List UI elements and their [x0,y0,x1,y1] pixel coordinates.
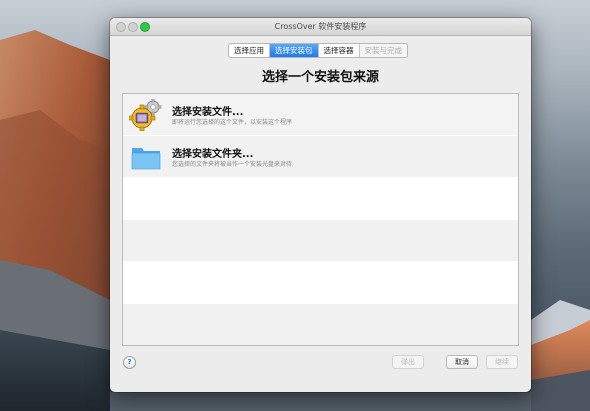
empty-row [123,262,518,304]
empty-row [123,304,518,345]
step-select-bottle[interactable]: 选择容器 [319,44,360,57]
page-title: 选择一个安装包来源 [261,70,379,85]
help-button[interactable]: ? [123,356,136,369]
step-select-package[interactable]: 选择安装包 [270,44,319,57]
item-title: 选择安装文件夹... [172,149,254,160]
step-install-finish: 安装与完成 [359,44,407,57]
eject-button[interactable]: 弹出 [392,355,424,369]
empty-row [123,220,518,262]
item-subtitle: 您选择的文件夹将被当作一个安装光盘来对待 [172,161,293,168]
step-segmented-control: 选择应用 选择安装包 选择容器 安装与完成 [228,43,408,58]
title-bar[interactable]: CrossOver 软件安装程序 [110,18,531,36]
list-item-choose-file[interactable]: 选择安装文件... 即将运行您选择的这个文件，以安装这个程序 [123,94,518,136]
cancel-button[interactable]: 取消 [446,355,478,369]
window-title: CrossOver 软件安装程序 [274,22,367,31]
step-select-app[interactable]: 选择应用 [229,44,270,57]
item-subtitle: 即将运行您选择的这个文件，以安装这个程序 [172,119,293,126]
folder-icon [131,148,161,170]
list-item-choose-folder[interactable]: 选择安装文件夹... 您选择的文件夹将被当作一个安装光盘来对待 [123,136,518,178]
continue-button[interactable]: 继续 [486,355,518,369]
empty-row [123,178,518,220]
source-list: 选择安装文件... 即将运行您选择的这个文件，以安装这个程序 选择安装文件夹..… [122,93,519,346]
installer-window: CrossOver 软件安装程序 选择应用 选择安装包 选择容器 安装与完成 选… [110,18,531,392]
installer-gear-icon [129,99,162,131]
item-title: 选择安装文件... [172,107,244,118]
